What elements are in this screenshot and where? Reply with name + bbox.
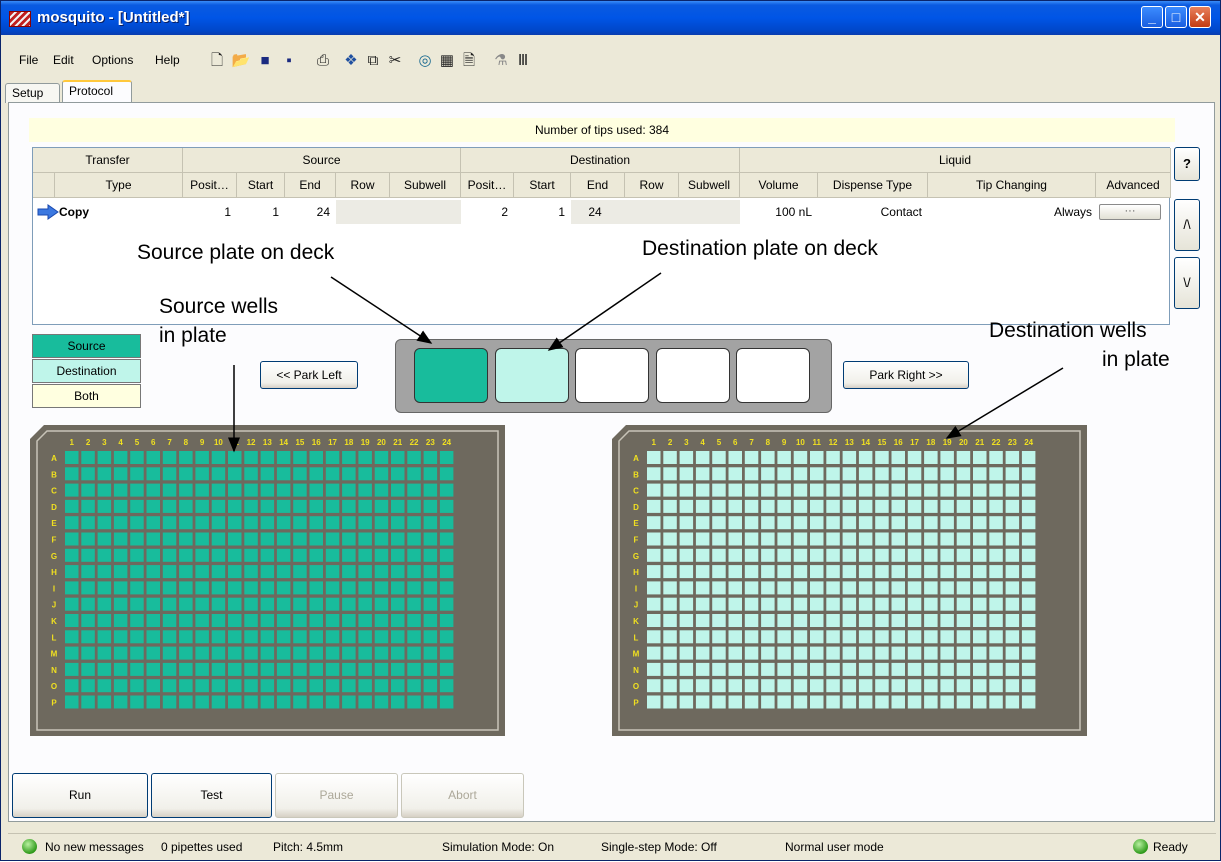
annotation-arrows	[228, 272, 1064, 453]
status-ready: Ready	[1153, 840, 1188, 854]
annotation-destination-plate: Destination plate on deck	[642, 237, 878, 260]
annotation-source-wells-line2: in plate	[159, 324, 227, 347]
app-window: mosquito - [Untitled*] _ □ ✕ File Edit O…	[0, 0, 1221, 861]
status-pipettes: 0 pipettes used	[161, 840, 243, 854]
status-messages: No new messages	[45, 840, 144, 854]
status-user-mode: Normal user mode	[785, 840, 884, 854]
status-simulation: Simulation Mode: On	[442, 840, 555, 854]
status-bar: No new messages 0 pipettes used Pitch: 4…	[8, 833, 1216, 859]
message-status-icon	[22, 839, 37, 854]
status-pitch: Pitch: 4.5mm	[273, 840, 344, 854]
annotation-source-plate: Source plate on deck	[137, 241, 335, 264]
annotation-source-wells-line1: Source wells	[159, 295, 279, 318]
annotation-destination-wells-line1: Destination wells	[989, 319, 1147, 342]
annotation-destination-wells-line2: in plate	[1102, 348, 1170, 371]
status-single-step: Single-step Mode: Off	[601, 840, 717, 854]
ready-status-icon	[1133, 839, 1148, 854]
